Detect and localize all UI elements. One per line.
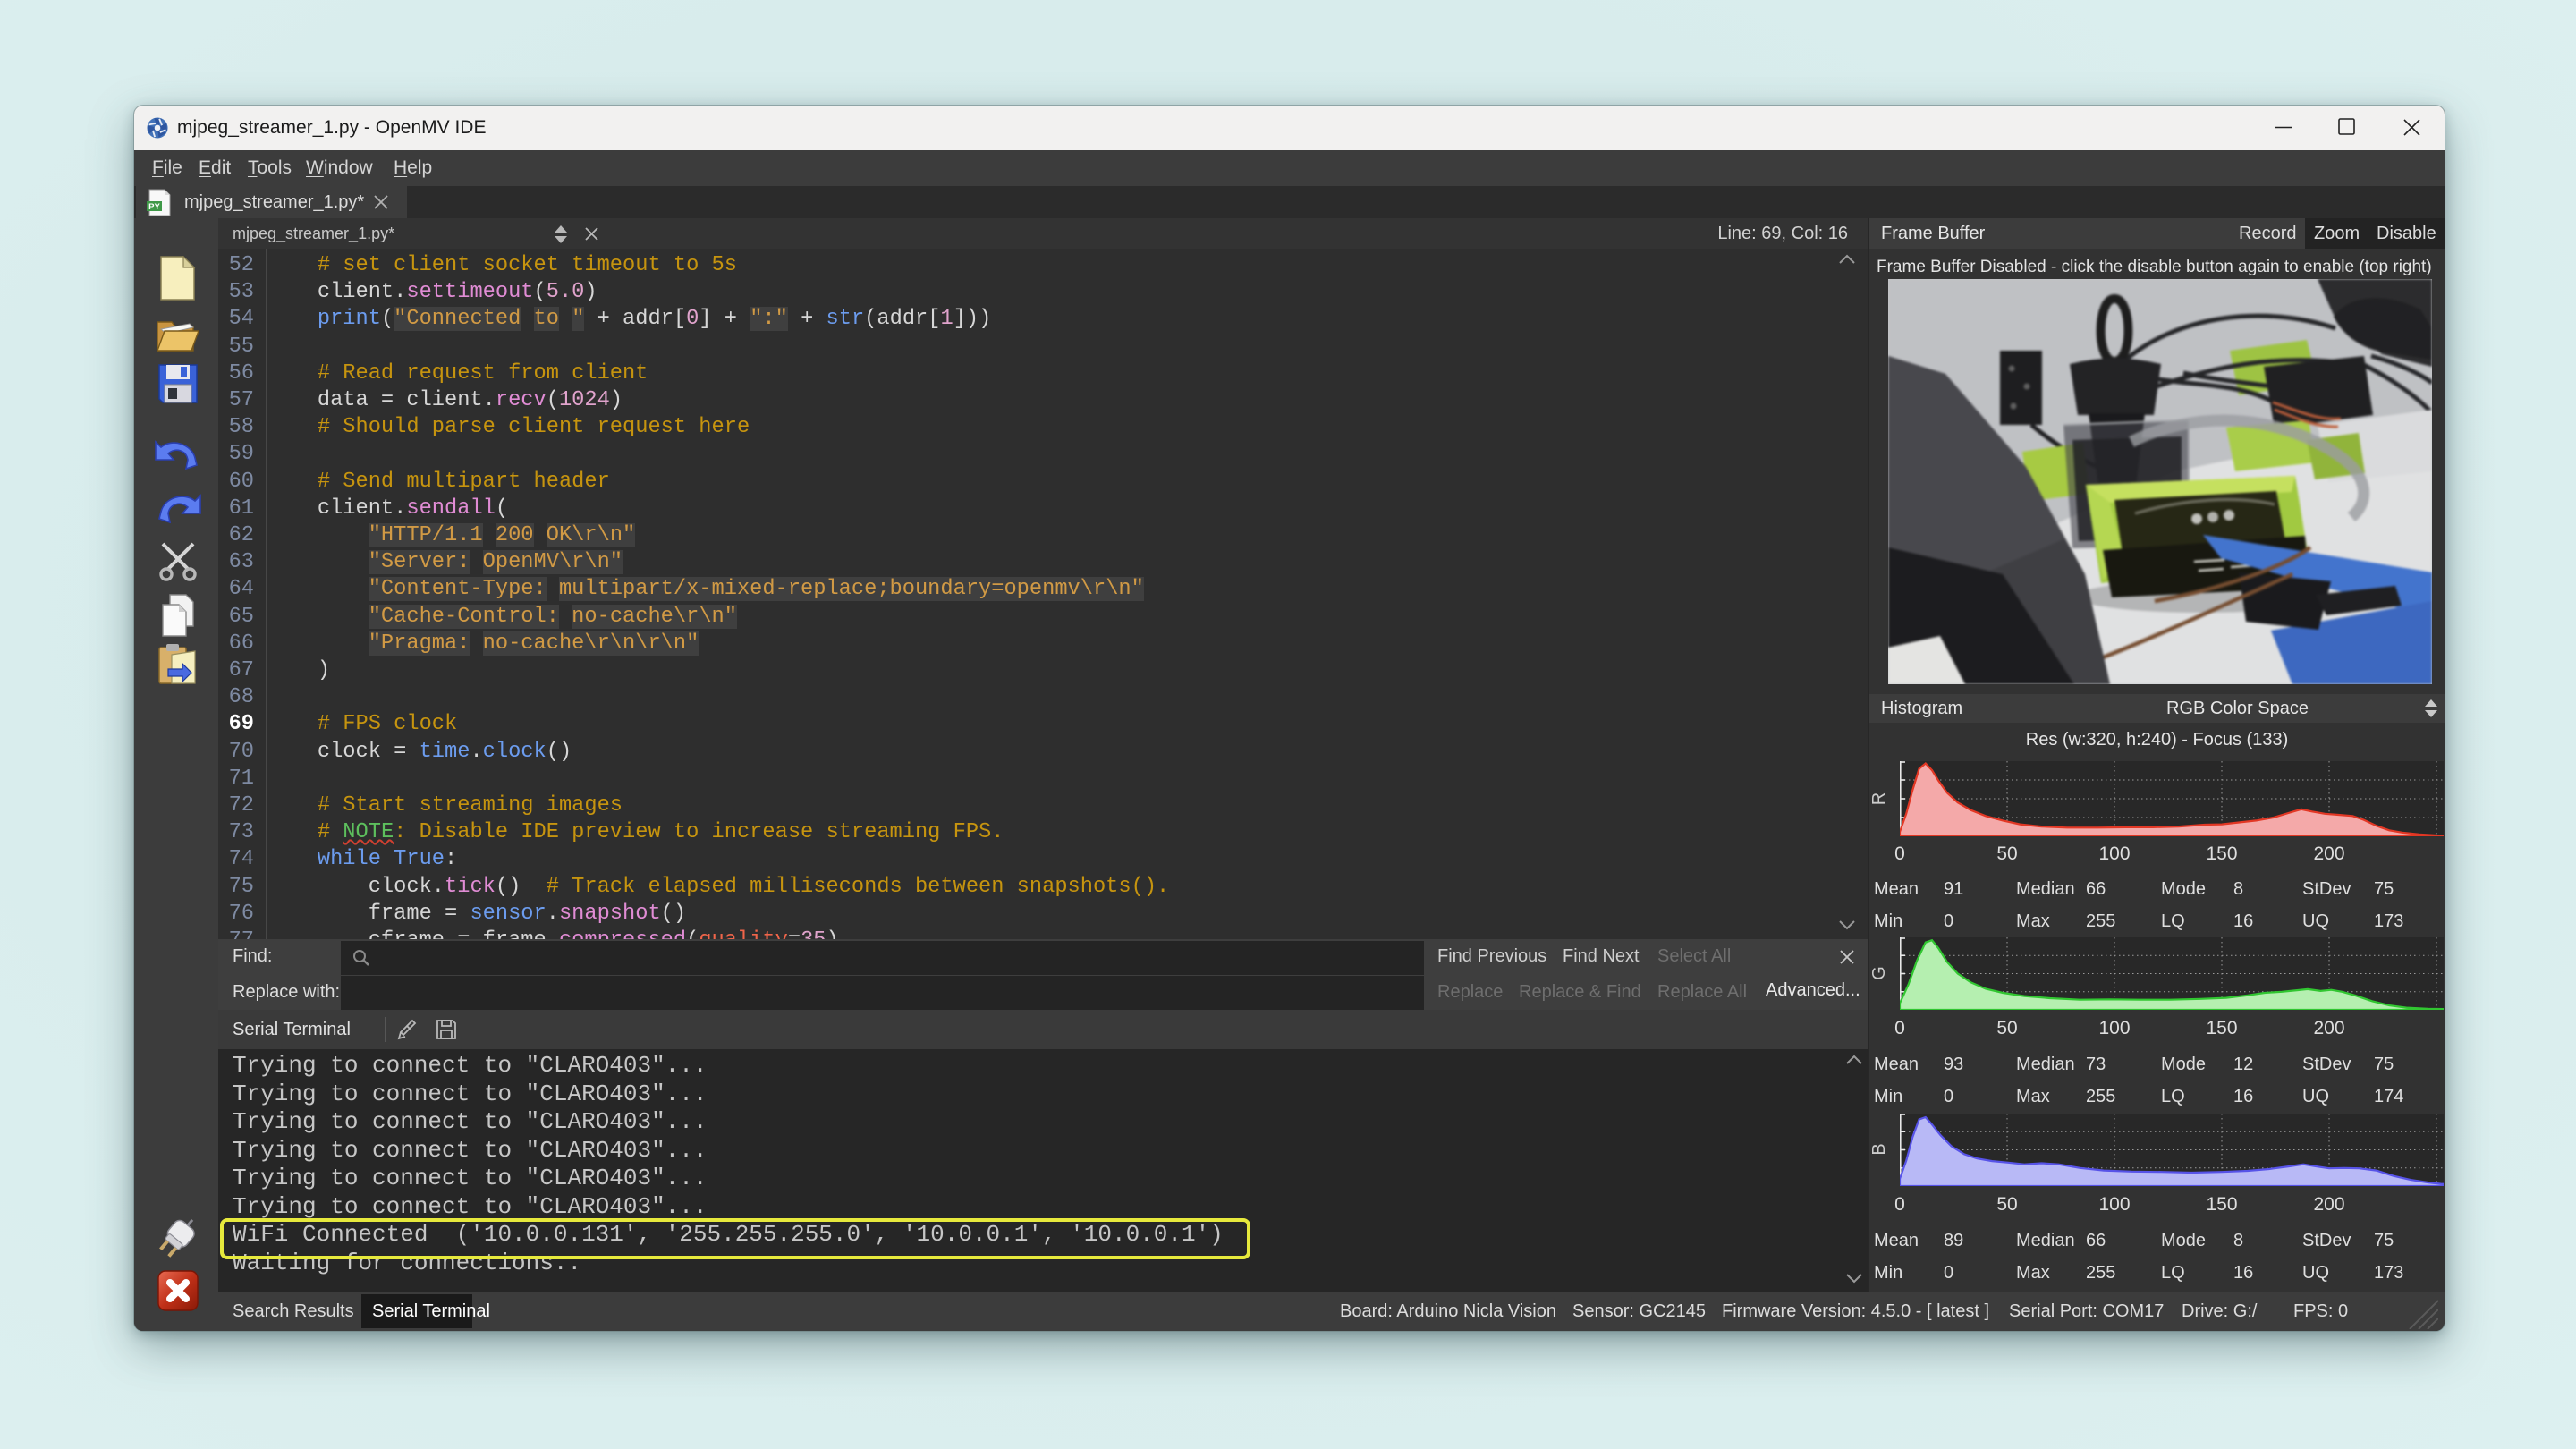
svg-text:PY: PY (148, 202, 160, 212)
